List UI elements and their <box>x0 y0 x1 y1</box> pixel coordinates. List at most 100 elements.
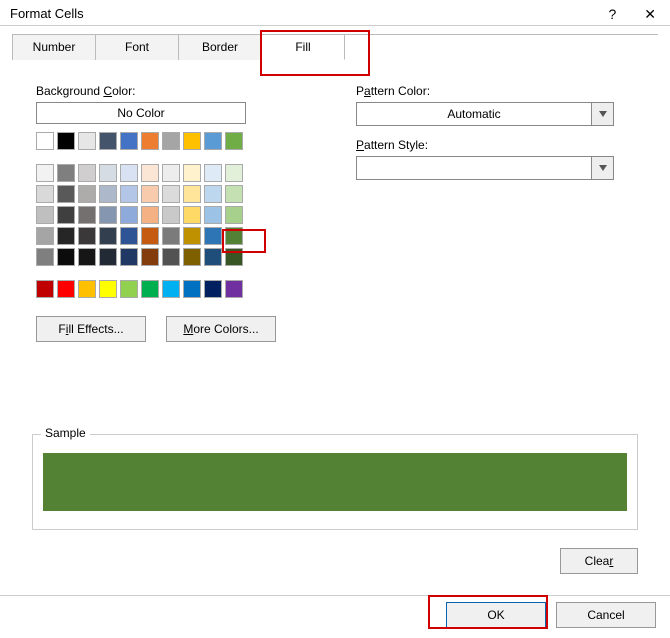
color-swatch[interactable] <box>78 227 96 245</box>
color-swatch[interactable] <box>57 206 75 224</box>
color-swatch[interactable] <box>141 164 159 182</box>
color-swatch[interactable] <box>99 227 117 245</box>
color-swatch[interactable] <box>162 132 180 150</box>
color-swatch[interactable] <box>78 280 96 298</box>
sample-group: Sample <box>32 434 638 530</box>
sample-label: Sample <box>41 426 90 440</box>
close-button[interactable]: ✕ <box>644 7 656 21</box>
ok-button[interactable]: OK <box>446 602 546 628</box>
color-swatch[interactable] <box>225 164 243 182</box>
color-swatch[interactable] <box>78 206 96 224</box>
color-swatch[interactable] <box>99 248 117 266</box>
color-swatch[interactable] <box>36 164 54 182</box>
titlebar-divider <box>0 25 670 26</box>
color-swatch[interactable] <box>120 132 138 150</box>
color-swatch[interactable] <box>204 132 222 150</box>
color-swatch[interactable] <box>183 185 201 203</box>
chevron-down-icon <box>591 103 613 125</box>
color-swatch[interactable] <box>36 280 54 298</box>
color-swatch[interactable] <box>183 206 201 224</box>
content-area: Background Color: No Color Fill Effects.… <box>12 54 658 588</box>
color-swatch[interactable] <box>57 248 75 266</box>
color-swatch[interactable] <box>99 206 117 224</box>
color-swatch[interactable] <box>36 206 54 224</box>
cancel-button[interactable]: Cancel <box>556 602 656 628</box>
color-swatch[interactable] <box>120 206 138 224</box>
color-swatch[interactable] <box>120 185 138 203</box>
background-color-label: Background Color: <box>36 84 316 98</box>
bottom-divider <box>0 595 670 596</box>
color-swatch[interactable] <box>204 164 222 182</box>
color-swatch[interactable] <box>183 164 201 182</box>
chevron-down-icon <box>591 157 613 179</box>
clear-row: Clear <box>560 548 638 574</box>
color-swatch[interactable] <box>78 164 96 182</box>
color-swatch[interactable] <box>225 206 243 224</box>
color-swatch[interactable] <box>204 280 222 298</box>
color-swatch[interactable] <box>183 280 201 298</box>
color-swatch[interactable] <box>99 280 117 298</box>
color-swatch[interactable] <box>120 227 138 245</box>
fill-effects-button[interactable]: Fill Effects... <box>36 316 146 342</box>
color-swatch[interactable] <box>204 185 222 203</box>
sample-swatch <box>43 453 627 511</box>
color-swatch[interactable] <box>162 185 180 203</box>
window-title: Format Cells <box>10 6 84 21</box>
color-swatch[interactable] <box>141 248 159 266</box>
color-swatch[interactable] <box>162 206 180 224</box>
color-swatch[interactable] <box>57 280 75 298</box>
no-color-button[interactable]: No Color <box>36 102 246 124</box>
color-swatch[interactable] <box>99 164 117 182</box>
color-swatch[interactable] <box>78 185 96 203</box>
color-swatch[interactable] <box>141 206 159 224</box>
color-swatch[interactable] <box>204 248 222 266</box>
color-swatch[interactable] <box>120 248 138 266</box>
pattern-color-dropdown[interactable]: Automatic <box>356 102 614 126</box>
color-swatch[interactable] <box>225 280 243 298</box>
color-swatch[interactable] <box>57 132 75 150</box>
pattern-section: Pattern Color: Automatic Pattern Style: <box>356 84 626 192</box>
color-swatch[interactable] <box>99 185 117 203</box>
color-swatch[interactable] <box>141 185 159 203</box>
color-swatch[interactable] <box>162 280 180 298</box>
color-swatch[interactable] <box>78 132 96 150</box>
color-swatch[interactable] <box>162 164 180 182</box>
color-swatch[interactable] <box>36 132 54 150</box>
color-swatch[interactable] <box>99 132 117 150</box>
color-swatch[interactable] <box>183 248 201 266</box>
dialog-buttons: OK Cancel <box>446 602 656 628</box>
color-swatch[interactable] <box>204 227 222 245</box>
color-swatch[interactable] <box>78 248 96 266</box>
color-swatch[interactable] <box>162 248 180 266</box>
window-controls: ? ✕ <box>608 7 660 21</box>
color-swatch[interactable] <box>36 227 54 245</box>
pattern-color-value: Automatic <box>357 103 591 125</box>
clear-button[interactable]: Clear <box>560 548 638 574</box>
pattern-style-value <box>357 157 591 179</box>
color-swatch[interactable] <box>57 227 75 245</box>
pattern-style-dropdown[interactable] <box>356 156 614 180</box>
color-swatch[interactable] <box>141 227 159 245</box>
color-swatch[interactable] <box>36 248 54 266</box>
color-swatch[interactable] <box>183 132 201 150</box>
pattern-color-label: Pattern Color: <box>356 84 626 98</box>
color-swatch[interactable] <box>36 185 54 203</box>
color-swatch[interactable] <box>162 227 180 245</box>
color-swatch[interactable] <box>225 227 243 245</box>
color-swatch[interactable] <box>57 164 75 182</box>
palette-buttons-row: Fill Effects... More Colors... <box>36 316 316 342</box>
color-swatch[interactable] <box>183 227 201 245</box>
more-colors-button[interactable]: More Colors... <box>166 316 276 342</box>
color-swatch[interactable] <box>141 132 159 150</box>
color-swatch[interactable] <box>204 206 222 224</box>
color-swatch[interactable] <box>225 132 243 150</box>
tab-fill[interactable]: Fill <box>261 34 345 60</box>
color-swatch[interactable] <box>120 280 138 298</box>
help-button[interactable]: ? <box>608 7 616 21</box>
color-swatch[interactable] <box>225 185 243 203</box>
color-palette <box>36 132 246 298</box>
color-swatch[interactable] <box>120 164 138 182</box>
color-swatch[interactable] <box>57 185 75 203</box>
color-swatch[interactable] <box>141 280 159 298</box>
color-swatch[interactable] <box>225 248 243 266</box>
